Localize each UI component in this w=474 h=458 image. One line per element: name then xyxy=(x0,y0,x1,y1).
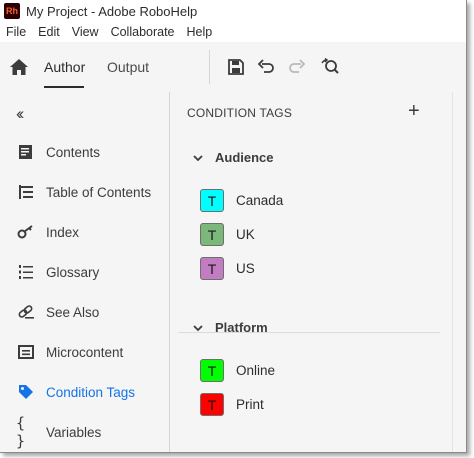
app-window: Rh My Project - Adobe RoboHelp File Edit… xyxy=(0,0,467,453)
toc-icon xyxy=(16,182,36,202)
sidebar-item-glossary[interactable]: Glossary xyxy=(0,252,169,292)
redo-icon[interactable] xyxy=(287,57,307,77)
toolbar-divider xyxy=(209,50,210,84)
undo-icon[interactable] xyxy=(256,57,276,77)
sidebar-item-label: Table of Contents xyxy=(46,184,152,200)
tag-item-canada[interactable]: T Canada xyxy=(200,189,283,212)
tab-author[interactable]: Author xyxy=(44,59,85,75)
microcontent-icon xyxy=(16,342,36,362)
tag-label: Online xyxy=(236,363,276,378)
group-header-platform[interactable]: Platform xyxy=(192,320,268,335)
tag-color-swatch[interactable]: T xyxy=(200,189,224,212)
tag-item-online[interactable]: T Online xyxy=(200,359,275,382)
tag-color-swatch[interactable]: T xyxy=(200,223,224,246)
tag-item-us[interactable]: T US xyxy=(200,257,255,280)
sidebar-item-contents[interactable]: Contents xyxy=(0,132,169,172)
plus-icon[interactable]: + xyxy=(408,100,420,123)
contents-icon xyxy=(16,142,36,162)
chevron-down-icon[interactable] xyxy=(192,322,204,334)
sidebar-item-condition-tags[interactable]: Condition Tags xyxy=(0,372,169,412)
key-icon xyxy=(16,222,36,242)
sidebar-item-index[interactable]: Index xyxy=(0,212,169,252)
sidebar-item-table-of-contents[interactable]: Table of Contents xyxy=(0,172,169,212)
menu-edit[interactable]: Edit xyxy=(38,25,60,39)
editor-edge xyxy=(452,92,466,452)
tag-color-swatch[interactable]: T xyxy=(200,393,224,416)
braces-icon: { } xyxy=(16,414,26,450)
tag-label: UK xyxy=(236,227,255,242)
group-name: Platform xyxy=(215,320,268,335)
tag-item-print[interactable]: T Print xyxy=(200,393,264,416)
tag-icon xyxy=(16,382,36,402)
menu-view[interactable]: View xyxy=(72,25,99,39)
sidebar-item-label: Variables xyxy=(46,424,102,440)
find-replace-icon[interactable] xyxy=(320,57,340,77)
sidebar-item-variables[interactable]: { } Variables xyxy=(0,412,169,452)
tab-output[interactable]: Output xyxy=(107,59,149,75)
tag-color-swatch[interactable]: T xyxy=(200,359,224,382)
home-icon[interactable] xyxy=(9,58,29,76)
left-sidebar: ‹‹ Contents Table of Contents Index Glos… xyxy=(0,92,170,452)
sidebar-item-microcontent[interactable]: Microcontent xyxy=(0,332,169,372)
window-title: My Project - Adobe RoboHelp xyxy=(26,3,198,19)
chevron-down-icon[interactable] xyxy=(192,152,204,164)
title-bar: Rh My Project - Adobe RoboHelp xyxy=(0,0,466,22)
save-icon[interactable] xyxy=(226,57,246,77)
condition-tags-panel: CONDITION TAGS + Audience T Canada T UK … xyxy=(170,92,452,452)
menu-help[interactable]: Help xyxy=(187,25,213,39)
sidebar-item-label: Contents xyxy=(46,144,101,160)
sidebar-item-label: Microcontent xyxy=(46,344,124,360)
glossary-icon xyxy=(16,262,36,282)
tag-label: Print xyxy=(236,397,264,412)
tag-color-swatch[interactable]: T xyxy=(200,257,224,280)
group-name: Audience xyxy=(215,150,274,165)
sidebar-item-see-also[interactable]: See Also xyxy=(0,292,169,332)
menu-file[interactable]: File xyxy=(6,25,26,39)
tag-label: Canada xyxy=(236,193,284,208)
robohelp-app-icon[interactable]: Rh xyxy=(4,3,20,19)
main-toolbar: Author Output xyxy=(0,42,466,93)
menu-collaborate[interactable]: Collaborate xyxy=(111,25,175,39)
menu-bar: File Edit View Collaborate Help xyxy=(0,22,466,42)
group-header-audience[interactable]: Audience xyxy=(192,150,274,165)
panel-title: CONDITION TAGS xyxy=(187,106,293,120)
active-tab-indicator xyxy=(44,86,84,88)
link-icon xyxy=(16,302,36,322)
sidebar-item-label: See Also xyxy=(46,304,100,320)
sidebar-item-label: Glossary xyxy=(46,264,100,280)
tag-item-uk[interactable]: T UK xyxy=(200,223,255,246)
double-chevron-left-icon[interactable]: ‹‹ xyxy=(16,104,25,124)
sidebar-item-label: Index xyxy=(46,224,80,240)
tag-label: US xyxy=(236,261,255,276)
sidebar-item-label: Condition Tags xyxy=(46,384,136,400)
